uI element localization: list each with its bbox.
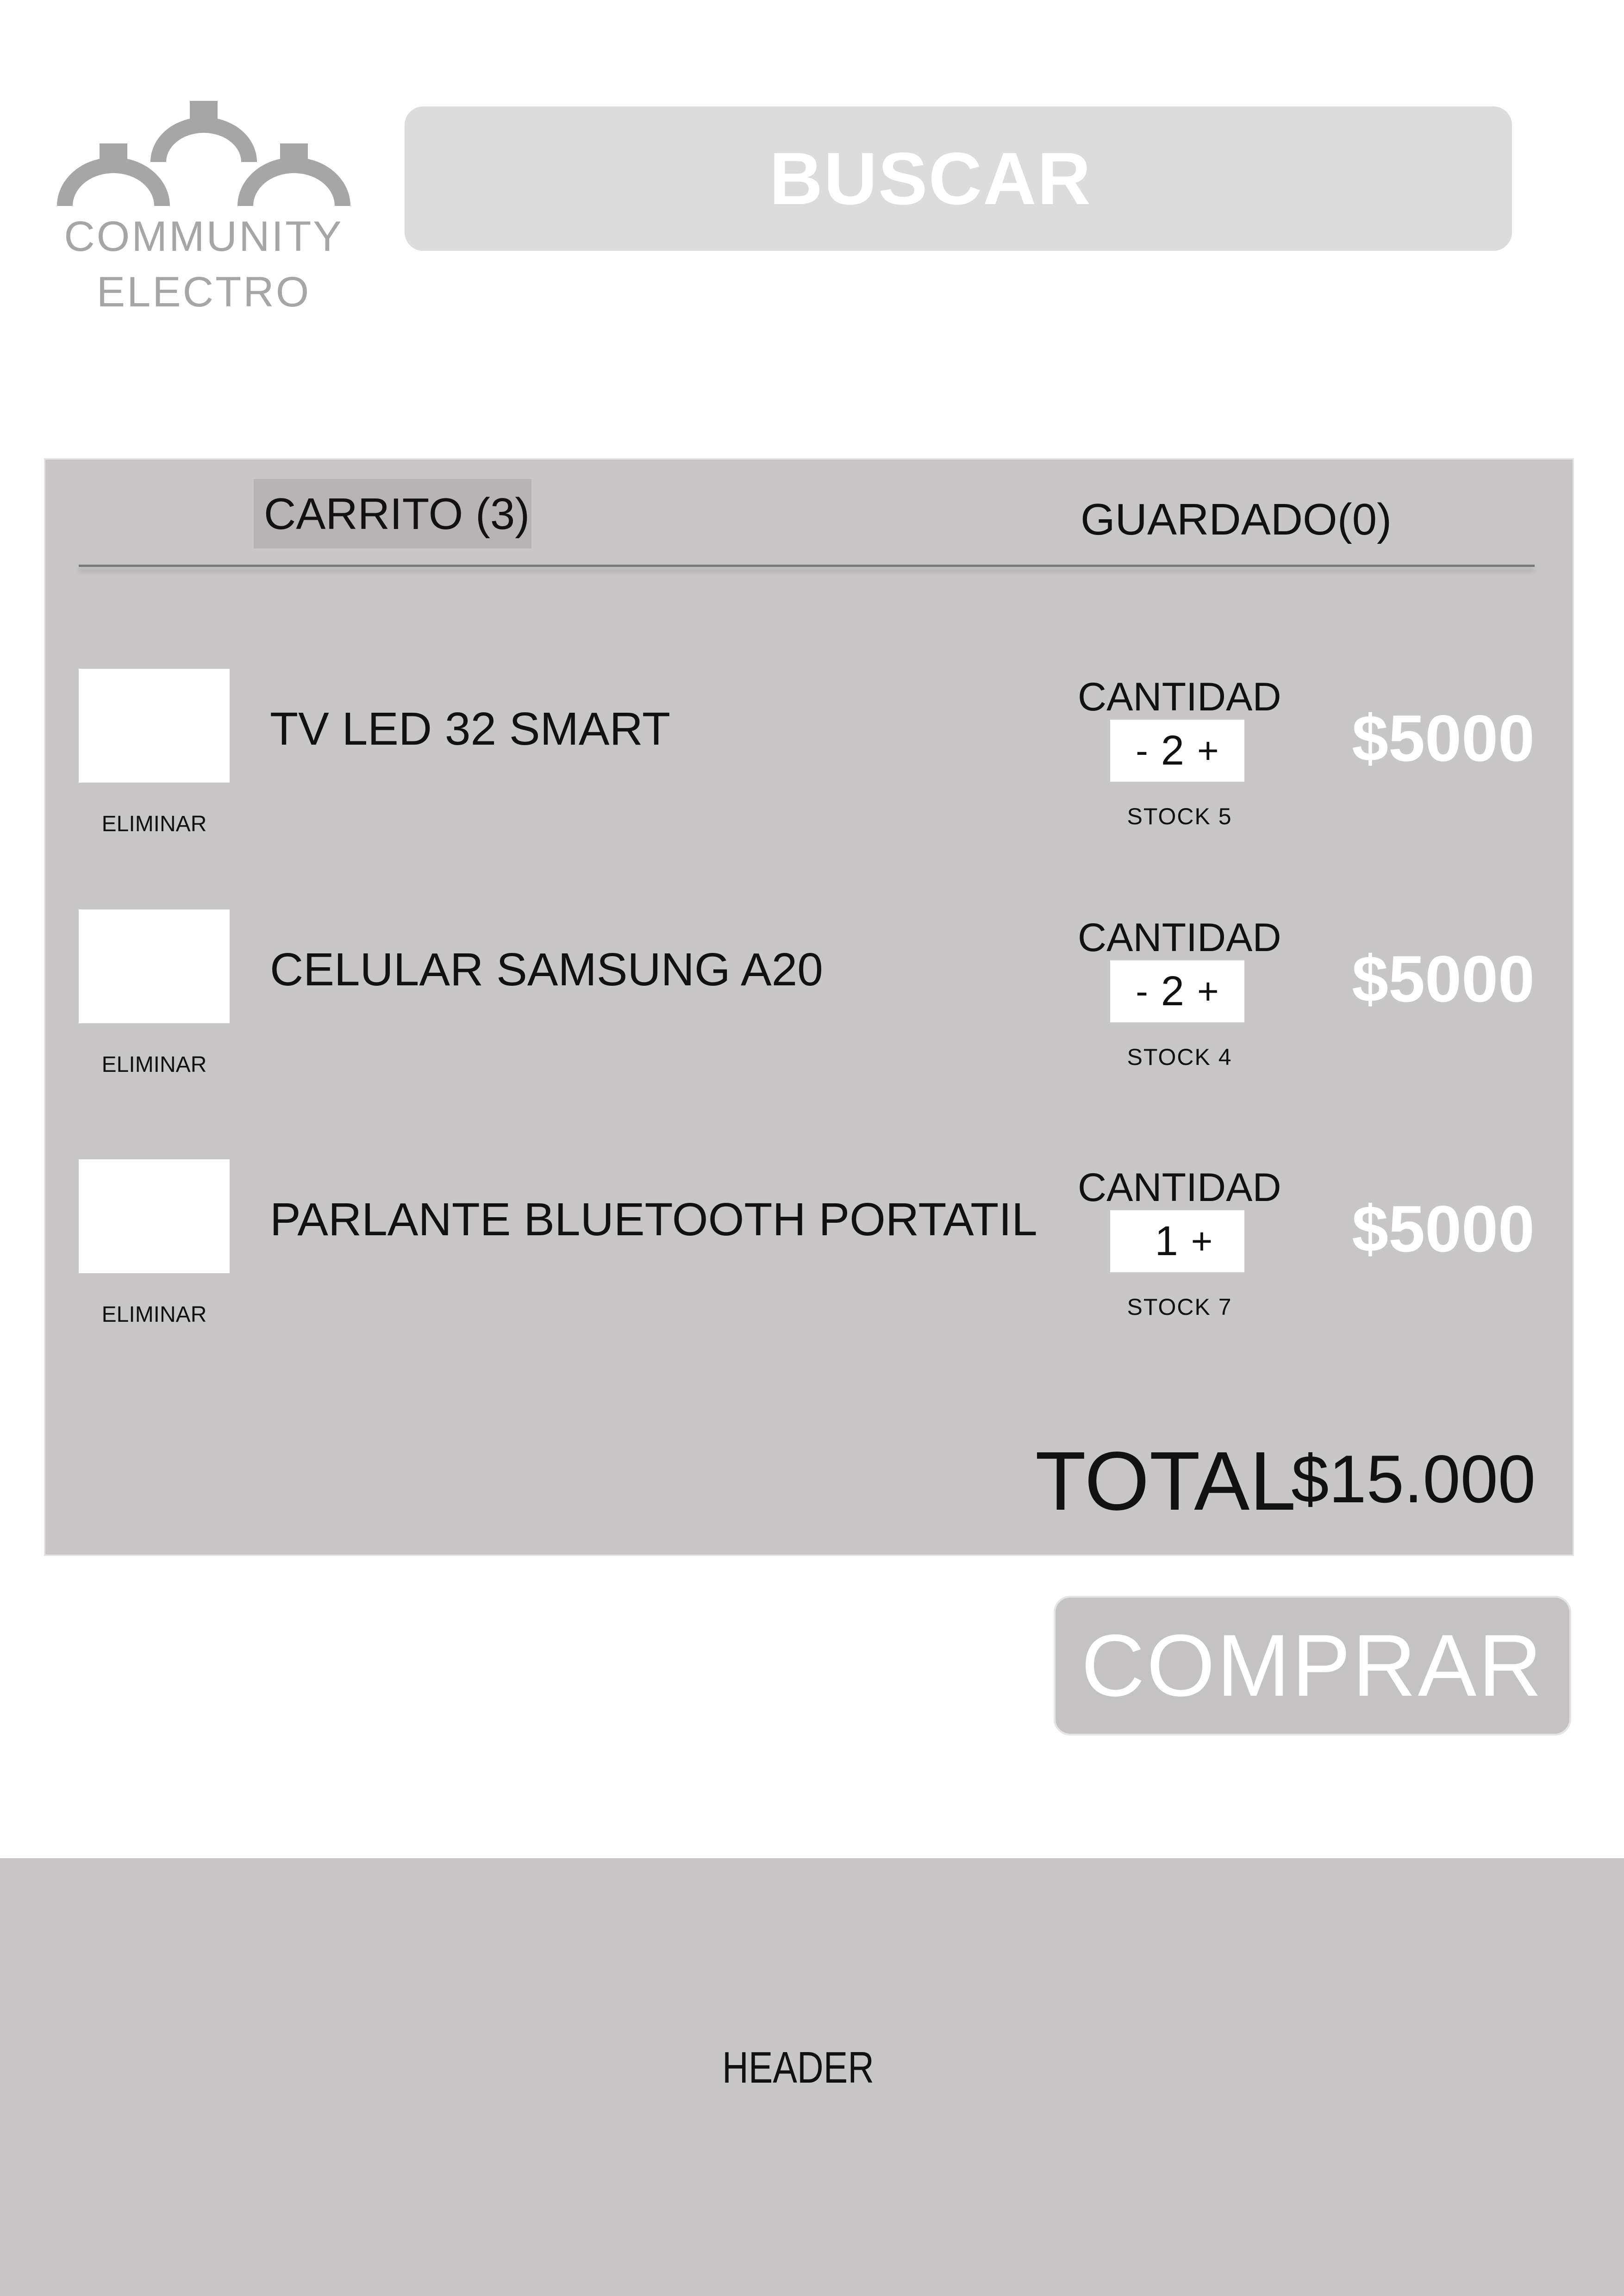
item-price: $5000: [1352, 702, 1535, 775]
remove-button[interactable]: ELIMINAR: [79, 1052, 230, 1077]
product-name[interactable]: CELULAR SAMSUNG A20: [270, 946, 823, 993]
increment-button[interactable]: +: [1187, 732, 1229, 769]
remove-button[interactable]: ELIMINAR: [79, 1302, 230, 1327]
increment-button[interactable]: +: [1181, 1223, 1223, 1260]
stock-label: STOCK 7: [1127, 1294, 1232, 1320]
total-value: $15.000: [1291, 1441, 1536, 1517]
footer-band: HEADER: [0, 1858, 1624, 2296]
quantity-value: 1: [1155, 1218, 1178, 1264]
product-thumbnail[interactable]: [79, 669, 230, 783]
total-label: TOTAL: [1035, 1435, 1296, 1528]
item-price: $5000: [1352, 942, 1535, 1016]
tab-divider: [79, 565, 1535, 567]
search-label: BUSCAR: [769, 137, 1092, 220]
quantity-value: 2: [1161, 728, 1184, 774]
quantity-stepper: 1 +: [1110, 1210, 1244, 1272]
logo-text-line2: ELECTRO: [96, 268, 311, 316]
increment-button[interactable]: +: [1187, 973, 1229, 1010]
tab-cart-label: CARRITO (3): [264, 489, 530, 539]
buy-button-label: COMPRAR: [1081, 1617, 1544, 1715]
tab-saved-label: GUARDADO(0): [1081, 495, 1392, 544]
quantity-label: CANTIDAD: [1078, 1165, 1281, 1210]
decrement-button[interactable]: -: [1125, 732, 1158, 769]
item-price: $5000: [1352, 1192, 1535, 1266]
product-thumbnail[interactable]: [79, 909, 230, 1023]
three-lamps-icon: [57, 101, 350, 206]
cart-item: ELIMINAR PARLANTE BLUETOOTH PORTATIL CAN…: [45, 1159, 1575, 1354]
stock-label: STOCK 4: [1127, 1044, 1232, 1070]
logo-text-line1: COMMUNITY: [64, 213, 344, 260]
product-name[interactable]: PARLANTE BLUETOOTH PORTATIL: [270, 1196, 1037, 1243]
cart-panel: CARRITO (3) GUARDADO(0) ELIMINAR TV LED …: [44, 458, 1574, 1556]
decrement-button[interactable]: -: [1125, 973, 1158, 1010]
logo[interactable]: COMMUNITY ELECTRO: [56, 93, 352, 315]
quantity-label: CANTIDAD: [1078, 675, 1281, 719]
product-name[interactable]: TV LED 32 SMART: [270, 706, 670, 752]
cart-item: ELIMINAR CELULAR SAMSUNG A20 CANTIDAD - …: [45, 909, 1575, 1104]
footer-label: HEADER: [722, 2043, 874, 2092]
quantity-stepper: - 2 +: [1110, 720, 1244, 782]
cart-item: ELIMINAR TV LED 32 SMART CANTIDAD - 2 + …: [45, 669, 1575, 863]
tab-cart[interactable]: CARRITO (3): [254, 479, 531, 548]
product-thumbnail[interactable]: [79, 1159, 230, 1273]
search-bar[interactable]: BUSCAR: [405, 106, 1512, 251]
stock-label: STOCK 5: [1127, 803, 1232, 829]
tab-saved[interactable]: GUARDADO(0): [1081, 498, 1392, 542]
quantity-label: CANTIDAD: [1078, 915, 1281, 960]
quantity-stepper: - 2 +: [1110, 960, 1244, 1022]
quantity-value: 2: [1161, 968, 1184, 1014]
remove-button[interactable]: ELIMINAR: [79, 811, 230, 837]
buy-button[interactable]: COMPRAR: [1054, 1596, 1571, 1736]
